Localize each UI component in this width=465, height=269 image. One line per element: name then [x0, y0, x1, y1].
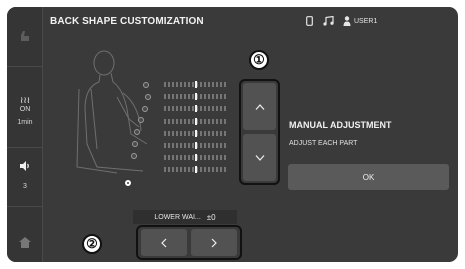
callout-badge-1: ① — [249, 50, 269, 70]
user-icon — [343, 16, 351, 26]
seat-heater-icon: ≀≀≀ — [19, 95, 31, 105]
zone-level-marker — [195, 81, 197, 88]
left-button[interactable] — [141, 229, 187, 256]
zone-level-marker — [195, 105, 197, 113]
callout-badge-2: ② — [82, 234, 102, 254]
panel-title: MANUAL ADJUSTMENT — [289, 120, 392, 130]
chevron-up-icon — [255, 103, 264, 110]
right-button[interactable] — [191, 229, 237, 256]
chevron-down-icon — [255, 154, 264, 161]
music-note-icon — [323, 16, 334, 26]
up-button[interactable] — [243, 83, 276, 130]
zone-level-marker — [195, 142, 197, 149]
display-screen: ≀≀≀ ON 1min 3 BACK SHAPE CUSTOMIZATION U… — [7, 7, 458, 262]
zone-dot[interactable] — [143, 82, 149, 88]
heater-time: 1min — [17, 119, 33, 126]
zone-level-bar — [164, 166, 229, 174]
zone-level-bar — [164, 129, 229, 137]
zone-dot[interactable] — [145, 94, 151, 100]
status-bar: USER1 — [306, 15, 377, 27]
seat-heater-button[interactable]: ≀≀≀ ON 1min — [7, 95, 43, 127]
chevron-left-icon — [161, 238, 167, 247]
selected-zone-display: LOWER WAI... ±0 — [133, 210, 237, 224]
selected-zone-value: ±0 — [206, 212, 216, 222]
zone-level-marker — [195, 93, 197, 101]
seat-icon[interactable] — [7, 29, 43, 48]
selected-zone-label: LOWER WAI... — [154, 213, 201, 221]
zone-level-marker — [195, 166, 197, 174]
phone-icon — [306, 16, 313, 26]
zone-level-bar — [164, 142, 229, 149]
home-button[interactable] — [7, 235, 43, 253]
fan-icon — [20, 161, 29, 171]
zone-level-bar — [164, 105, 229, 113]
zone-dot[interactable] — [132, 141, 138, 147]
home-icon — [19, 237, 31, 248]
zone-dot[interactable] — [131, 153, 137, 159]
zone-dot[interactable] — [134, 129, 140, 135]
down-button[interactable] — [243, 134, 276, 181]
heater-state: ON — [19, 106, 31, 113]
zone-level-bar — [164, 154, 229, 162]
panel-subtitle: ADJUST EACH PART — [289, 140, 358, 147]
fan-button[interactable]: 3 — [7, 159, 43, 191]
chevron-right-icon — [211, 238, 217, 247]
zone-level-marker — [195, 129, 197, 137]
ok-button[interactable]: OK — [288, 164, 449, 190]
zone-level-bar — [164, 93, 229, 101]
zone-level-bar — [164, 81, 229, 88]
zone-dot[interactable] — [142, 106, 148, 112]
zone-level-marker — [195, 154, 197, 162]
user-label: USER1 — [354, 17, 378, 25]
sidebar: ≀≀≀ ON 1min 3 — [7, 7, 43, 262]
zone-dot[interactable] — [125, 180, 131, 186]
zone-level-marker — [195, 117, 197, 125]
zone-dot[interactable] — [138, 117, 144, 123]
fan-level: 3 — [23, 183, 27, 190]
page-title: BACK SHAPE CUSTOMIZATION — [50, 16, 204, 27]
zone-level-bar — [164, 117, 229, 125]
